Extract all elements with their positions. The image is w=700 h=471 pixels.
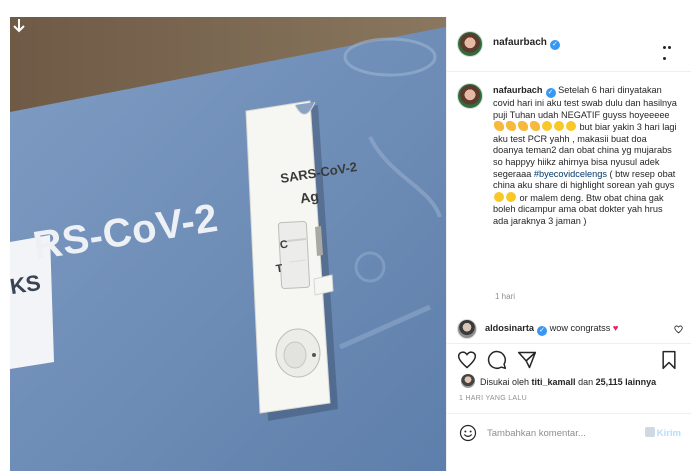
likes-summary: Disukai oleh titi_kamall dan 25,115 lain… [461, 374, 656, 388]
post-side-panel: nafaurbach ✓ nafaurbach ✓ Setelah 6 hari d… [446, 17, 691, 471]
comment-text: aldosinarta ✓ wow congratss ♥ [485, 323, 618, 336]
grinning-emoji-icon [566, 121, 576, 132]
flexed-biceps-emoji-icon [530, 121, 540, 132]
verified-badge-icon: ✓ [545, 88, 556, 98]
liker-username[interactable]: titi_kamall [532, 377, 576, 387]
comment-bubble-icon[interactable] [487, 350, 507, 370]
caption-username[interactable]: nafaurbach [493, 85, 543, 95]
likes-middle: dan [575, 377, 596, 387]
likes-prefix: Disukai oleh [480, 377, 532, 387]
flexed-biceps-emoji-icon [494, 121, 504, 132]
caption-timestamp[interactable]: 1 hari [495, 292, 515, 301]
flexed-biceps-emoji-icon [506, 121, 516, 132]
bookmark-icon[interactable] [659, 350, 679, 370]
cassette-sub-text: Ag [298, 187, 320, 207]
cassette-c-text: C [279, 238, 289, 252]
caption-text: nafaurbach ✓ Setelah 6 hari dinyatakan co… [493, 85, 679, 228]
post-timestamp[interactable]: 1 HARI YANG LALU [459, 395, 527, 402]
red-heart-emoji-icon: ♥ [612, 323, 619, 333]
caption-avatar[interactable] [457, 83, 483, 109]
verified-badge-icon: ✓ [549, 40, 560, 50]
commenter-avatar[interactable] [457, 319, 477, 339]
box-side-text: KS [10, 269, 43, 300]
avatar[interactable] [457, 31, 483, 57]
post-actions-bar [447, 343, 691, 377]
smiling-emoji-icon [494, 191, 504, 202]
comment-like-heart-icon[interactable] [674, 325, 683, 334]
caption-part-4: or malem deng. Btw obat china gak boleh … [493, 192, 664, 226]
post-header: nafaurbach ✓ [447, 17, 691, 72]
heart-icon[interactable] [457, 350, 477, 370]
send-icon [644, 427, 655, 437]
header-username-text[interactable]: nafaurbach [493, 37, 547, 48]
comment-row: aldosinarta ✓ wow congratss ♥ [457, 319, 683, 339]
smiley-icon[interactable] [459, 424, 477, 442]
liker-avatar[interactable] [461, 374, 475, 388]
commenter-username[interactable]: aldosinarta [485, 323, 534, 333]
verified-badge-icon: ✓ [537, 326, 548, 336]
instagram-post-modal: RS-CoV-2 KS SARS-CoV-2 Ag C T nafaurbach… [0, 0, 700, 471]
more-options-icon[interactable] [663, 41, 677, 60]
cassette-t-text: T [275, 262, 284, 276]
add-comment-bar: Kirim [447, 413, 691, 451]
post-photo[interactable]: RS-CoV-2 KS SARS-CoV-2 Ag C T [10, 17, 446, 471]
grinning-emoji-icon [554, 121, 564, 132]
flexed-biceps-emoji-icon [518, 121, 528, 132]
download-arrow-icon[interactable] [10, 17, 28, 35]
paper-plane-icon[interactable] [517, 350, 537, 370]
comment-body: wow congratss [547, 323, 611, 333]
smiling-emoji-icon [506, 191, 516, 202]
likes-count[interactable]: 25,115 lainnya [596, 377, 657, 387]
caption-hashtag-link[interactable]: #byecovidcelengs [534, 169, 607, 179]
post-comment-label: Kirim [656, 428, 681, 439]
comment-input[interactable] [487, 424, 637, 442]
header-username[interactable]: nafaurbach ✓ [493, 37, 560, 50]
post-comment-button[interactable]: Kirim [644, 427, 681, 439]
grinning-emoji-icon [542, 121, 552, 132]
